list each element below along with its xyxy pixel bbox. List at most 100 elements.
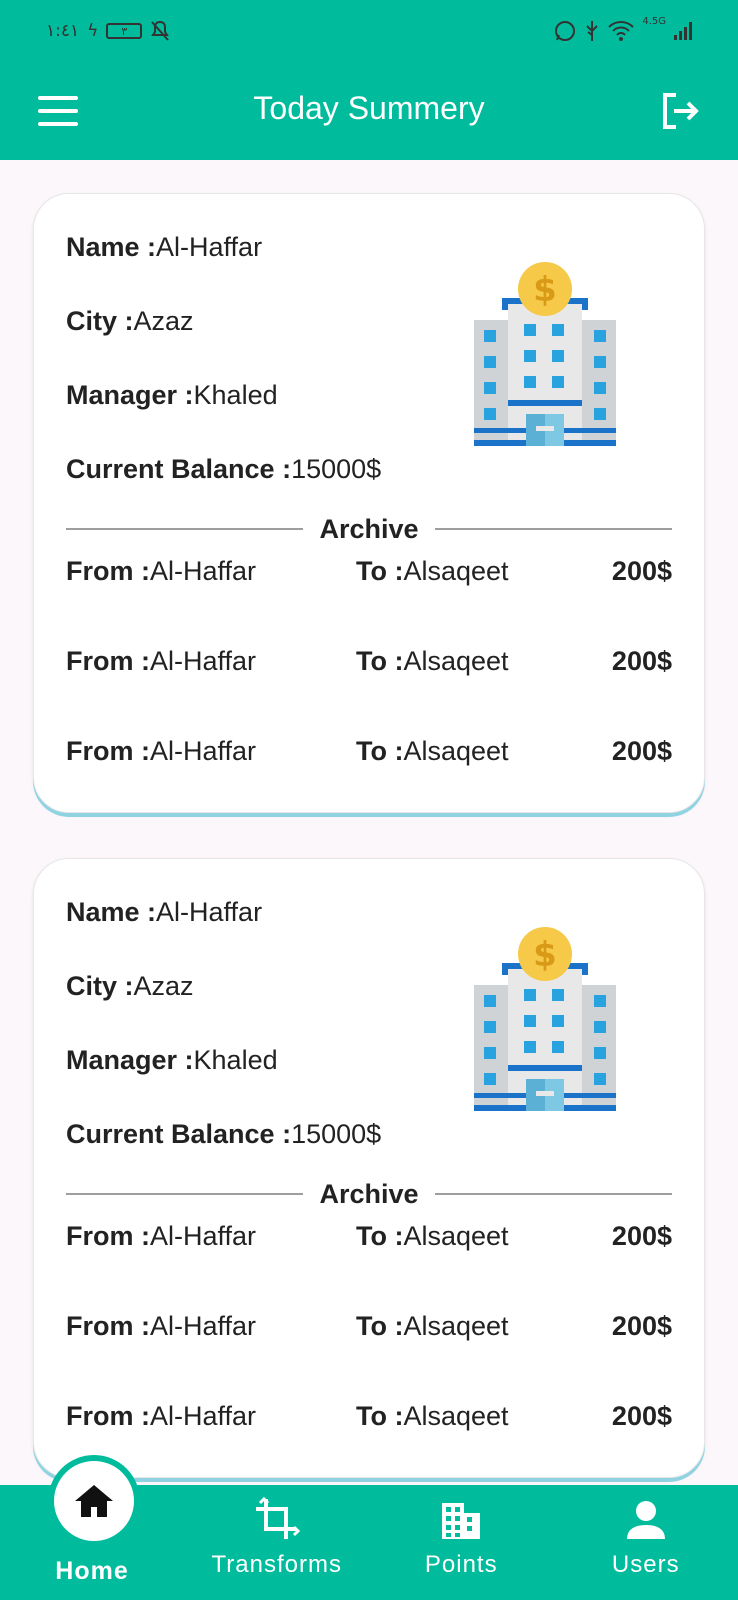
status-time: ١:٤١ — [46, 21, 80, 41]
transfer-from: From :Al-Haffar — [66, 646, 356, 677]
point-card[interactable]: Name :Al-Haffar City :Azaz Manager :Khal… — [33, 858, 705, 1478]
nav-users[interactable]: Users — [554, 1485, 738, 1600]
archive-label: Archive — [319, 513, 419, 544]
divider-line — [66, 1193, 304, 1195]
to-label: To : — [356, 556, 404, 586]
transfer-row[interactable]: From :Al-Haffar To :Alsaqeet 200$ — [66, 556, 672, 646]
nav-home-label: Home — [55, 1557, 129, 1585]
transfer-row[interactable]: From :Al-Haffar To :Alsaqeet 200$ — [66, 736, 672, 812]
transfer-row[interactable]: From :Al-Haffar To :Alsaqeet 200$ — [66, 1221, 672, 1311]
transfer-amount: 200$ — [611, 556, 672, 586]
app-bar: ١:٤١ ϟ ٣ 4.5G Today Summery — [0, 0, 738, 160]
transfer-amount: 200$ — [611, 646, 672, 676]
transfer-from: From :Al-Haffar — [66, 736, 356, 767]
transfer-row[interactable]: From :Al-Haffar To :Alsaqeet 200$ — [66, 1311, 672, 1401]
to-value: Alsaqeet — [403, 1221, 509, 1251]
manager-value: Khaled — [193, 380, 278, 410]
transfer-to: To :Alsaqeet — [356, 1401, 556, 1432]
nav-points-label: Points — [424, 1551, 498, 1578]
divider-line — [434, 528, 672, 530]
balance-value: 15000$ — [291, 454, 382, 484]
page-title: Today Summery — [253, 90, 485, 126]
city-label: City : — [66, 971, 134, 1001]
divider-line — [66, 528, 304, 530]
wifi-icon — [608, 21, 635, 41]
from-value: Al-Haffar — [150, 556, 257, 586]
city-value: Azaz — [133, 306, 194, 336]
balance-label: Current Balance : — [66, 454, 292, 484]
archive-divider: Archive — [66, 1177, 672, 1211]
city-row: City :Azaz — [66, 304, 381, 378]
to-label: To : — [356, 1311, 404, 1341]
building-grid-icon — [442, 1503, 481, 1539]
status-right: 4.5G — [554, 16, 692, 42]
whatsapp-icon — [555, 21, 576, 41]
name-row: Name :Al-Haffar — [66, 230, 381, 304]
crop-icon — [255, 1497, 300, 1539]
battery-level: ٣ — [121, 24, 128, 38]
to-value: Alsaqeet — [403, 1401, 509, 1431]
city-row: City :Azaz — [66, 969, 381, 1043]
manager-label: Manager : — [66, 1045, 194, 1075]
nav-home[interactable]: Home — [0, 1455, 185, 1600]
from-value: Al-Haffar — [150, 1221, 257, 1251]
person-icon — [626, 1501, 665, 1539]
transfer-to: To :Alsaqeet — [356, 736, 556, 767]
status-left: ١:٤١ ϟ ٣ — [46, 20, 170, 42]
transfer-amount: 200$ — [611, 736, 672, 766]
name-label: Name : — [66, 232, 157, 262]
name-value: Al-Haffar — [156, 897, 263, 927]
from-value: Al-Haffar — [150, 646, 257, 676]
manager-label: Manager : — [66, 380, 194, 410]
home-active-bubble[interactable] — [48, 1455, 140, 1547]
transfer-amount: 200$ — [611, 1311, 672, 1341]
transfer-row[interactable]: From :Al-Haffar To :Alsaqeet 200$ — [66, 1401, 672, 1477]
from-value: Al-Haffar — [150, 1311, 257, 1341]
transfer-amount: 200$ — [611, 1401, 672, 1431]
toolbar: Today Summery — [0, 62, 738, 160]
from-label: From : — [66, 556, 150, 586]
city-label: City : — [66, 306, 134, 336]
usb-icon — [586, 21, 599, 41]
manager-row: Manager :Khaled — [66, 1043, 381, 1117]
bottom-nav: Home Transforms Points Users — [0, 1455, 738, 1600]
archive-divider: Archive — [66, 512, 672, 546]
transfer-list[interactable]: From :Al-Haffar To :Alsaqeet 200$ From :… — [66, 1221, 672, 1477]
summary-list[interactable]: Name :Al-Haffar City :Azaz Manager :Khal… — [0, 160, 738, 1485]
home-icon — [75, 1485, 113, 1517]
transfer-to: To :Alsaqeet — [356, 646, 556, 677]
from-label: From : — [66, 1401, 150, 1431]
nav-users-label: Users — [611, 1551, 680, 1578]
balance-label: Current Balance : — [66, 1119, 292, 1149]
transfer-row[interactable]: From :Al-Haffar To :Alsaqeet 200$ — [66, 646, 672, 736]
nav-transforms[interactable]: Transforms — [185, 1485, 370, 1600]
transfer-to: To :Alsaqeet — [356, 556, 556, 587]
name-label: Name : — [66, 897, 157, 927]
to-value: Alsaqeet — [403, 736, 509, 766]
nav-transforms-label: Transforms — [211, 1551, 342, 1578]
to-value: Alsaqeet — [403, 556, 509, 586]
signal-icon — [674, 22, 692, 40]
to-label: To : — [356, 646, 404, 676]
bell-off-icon — [151, 20, 170, 41]
transfer-list[interactable]: From :Al-Haffar To :Alsaqeet 200$ From :… — [66, 556, 672, 812]
transfer-to: To :Alsaqeet — [356, 1311, 556, 1342]
to-label: To : — [356, 736, 404, 766]
bank-building-icon: $ — [474, 262, 616, 446]
network-type: 4.5G — [642, 16, 666, 27]
status-bar: ١:٤١ ϟ ٣ 4.5G — [0, 0, 738, 62]
to-label: To : — [356, 1221, 404, 1251]
from-label: From : — [66, 1221, 150, 1251]
manager-value: Khaled — [193, 1045, 278, 1075]
to-label: To : — [356, 1401, 404, 1431]
point-card[interactable]: Name :Al-Haffar City :Azaz Manager :Khal… — [33, 193, 705, 813]
point-info: Name :Al-Haffar City :Azaz Manager :Khal… — [66, 230, 381, 526]
nav-points[interactable]: Points — [369, 1485, 554, 1600]
manager-row: Manager :Khaled — [66, 378, 381, 452]
svg-text:$: $ — [533, 935, 557, 975]
to-value: Alsaqeet — [403, 646, 509, 676]
point-info: Name :Al-Haffar City :Azaz Manager :Khal… — [66, 895, 381, 1191]
transfer-from: From :Al-Haffar — [66, 1401, 356, 1432]
divider-line — [434, 1193, 672, 1195]
balance-value: 15000$ — [291, 1119, 382, 1149]
